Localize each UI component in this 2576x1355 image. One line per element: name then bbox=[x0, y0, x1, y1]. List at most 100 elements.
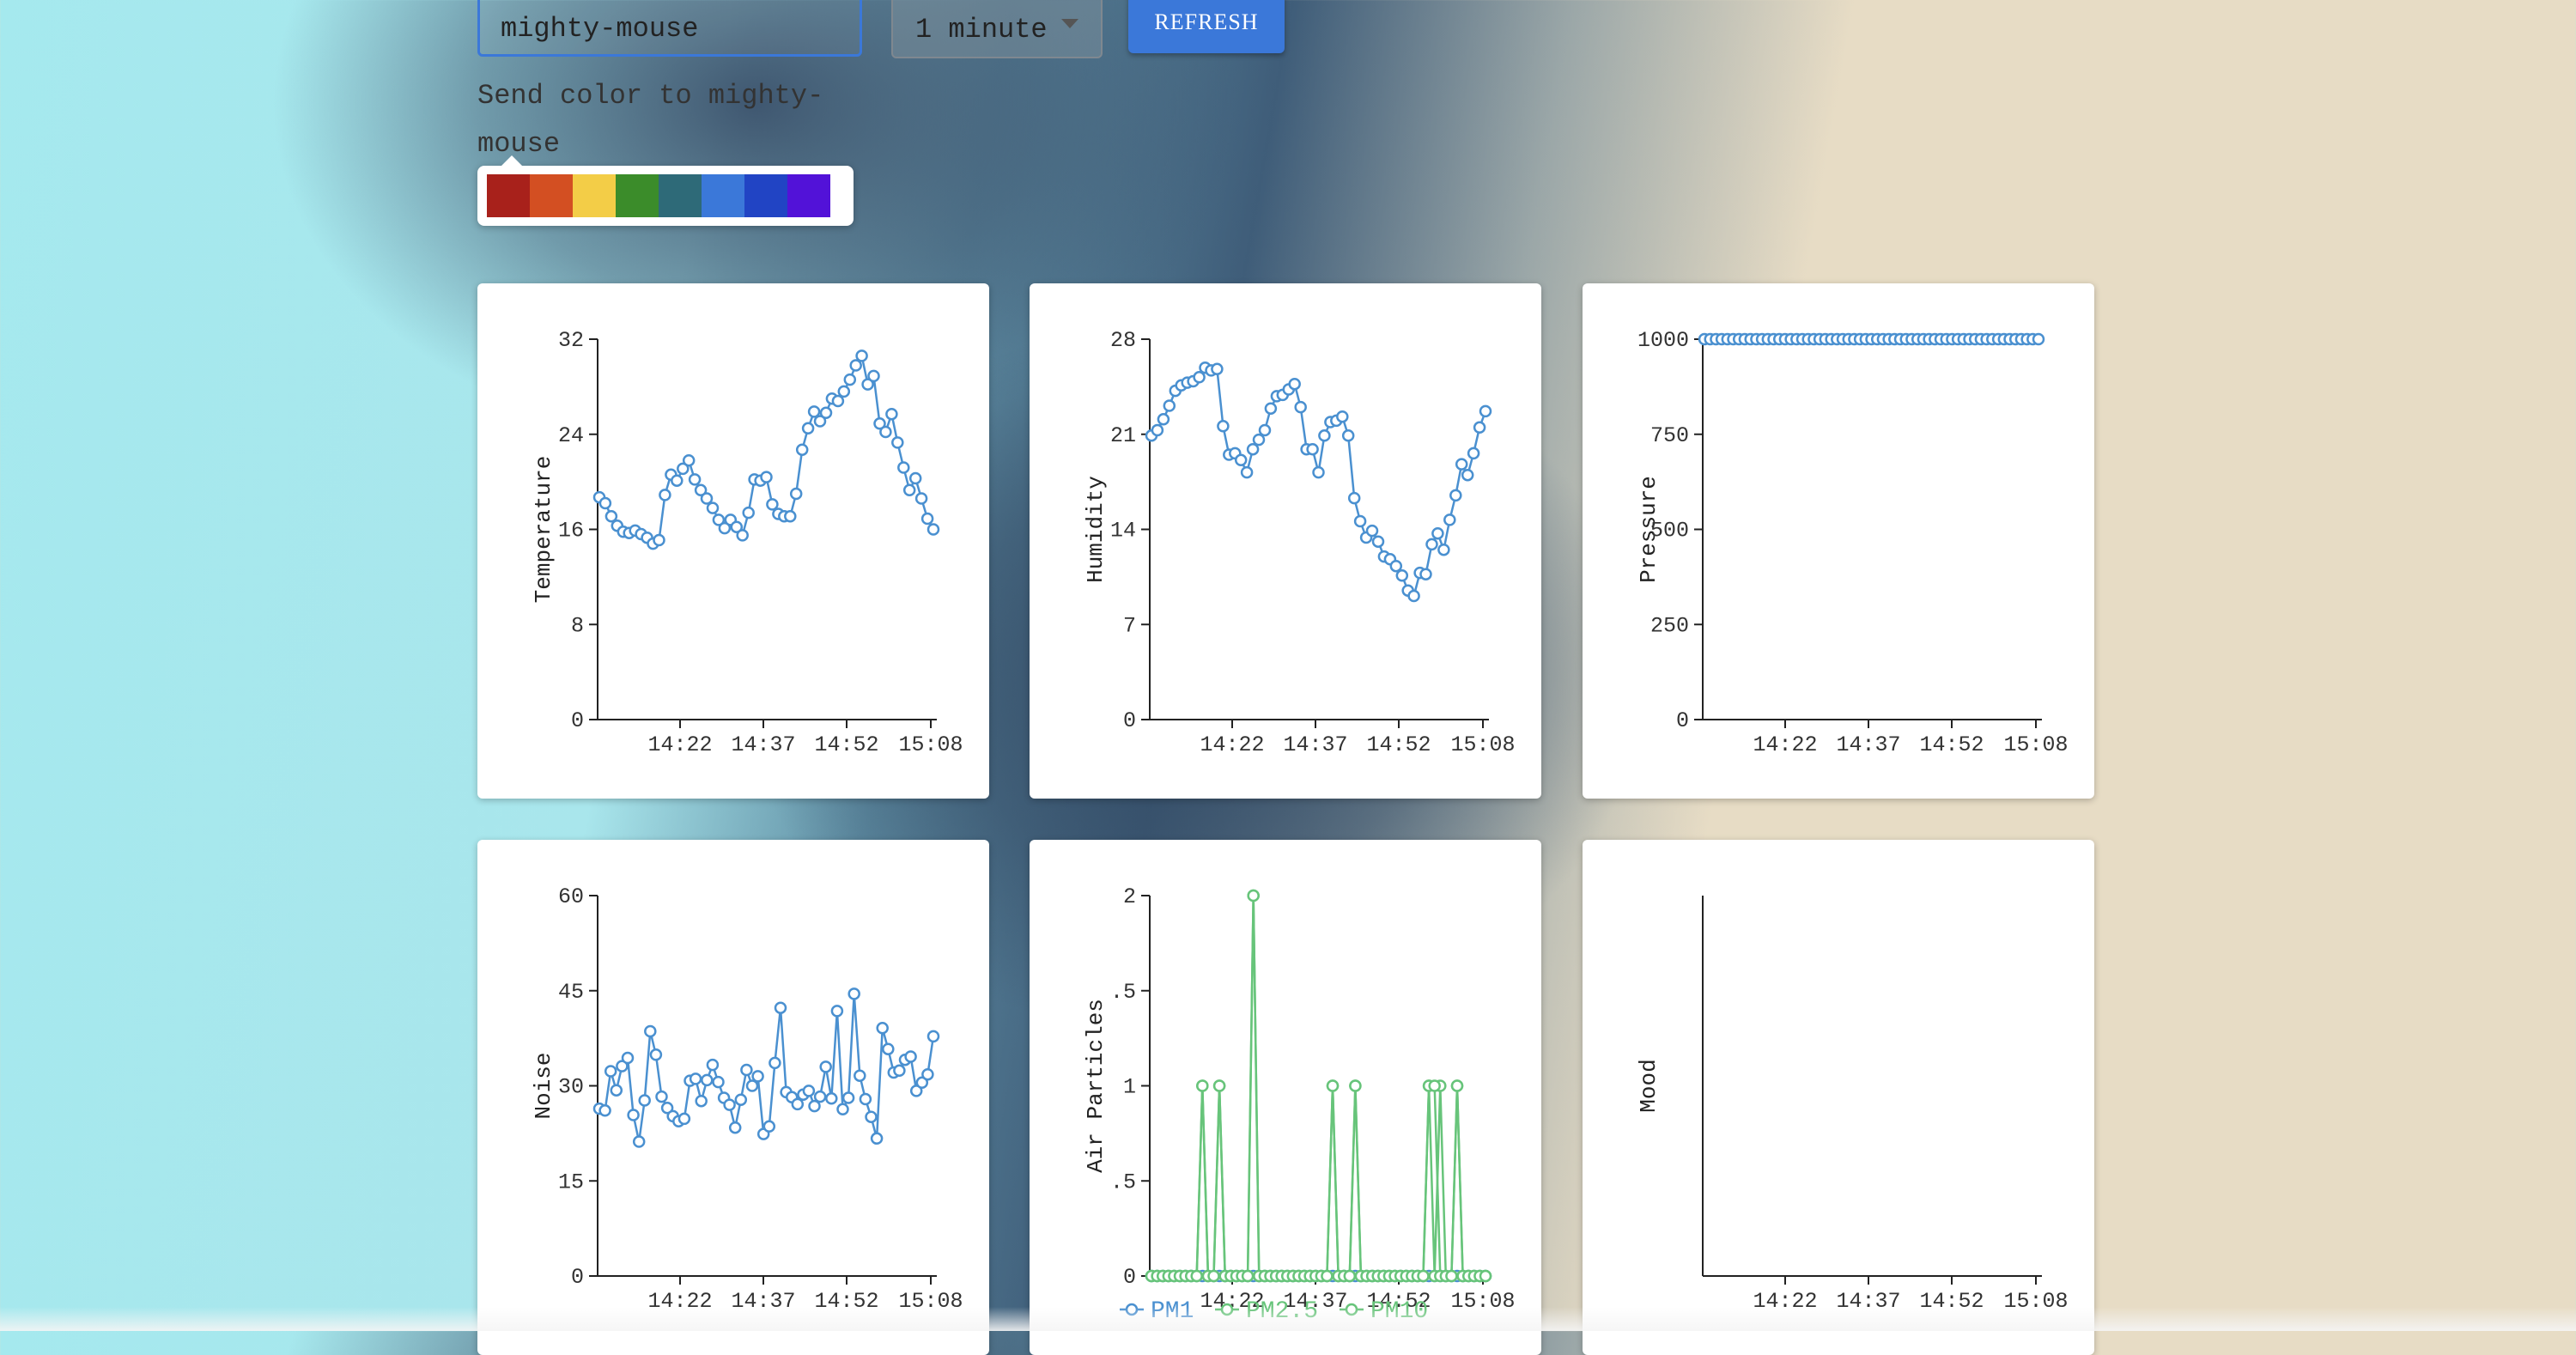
data-point bbox=[751, 1070, 764, 1083]
data-point bbox=[659, 489, 671, 501]
color-swatch[interactable] bbox=[573, 174, 616, 217]
data-point bbox=[701, 1073, 714, 1087]
data-point bbox=[893, 1064, 906, 1078]
y-tick-label: 1 bbox=[1123, 1075, 1136, 1100]
y-tick-label: 28 bbox=[1110, 328, 1136, 353]
data-point bbox=[1425, 538, 1438, 551]
x-tick-label: 14:22 bbox=[1200, 732, 1264, 757]
data-point bbox=[1449, 489, 1462, 502]
data-point bbox=[632, 1135, 646, 1148]
data-point bbox=[766, 498, 779, 511]
color-palette-popover bbox=[477, 155, 854, 226]
data-point bbox=[870, 1132, 884, 1145]
data-point bbox=[638, 1094, 651, 1107]
y-tick-label: 0 bbox=[571, 1265, 584, 1290]
device-name-input[interactable] bbox=[477, 0, 862, 57]
data-point bbox=[682, 453, 696, 467]
y-tick-label: 30 bbox=[558, 1075, 584, 1100]
series-line bbox=[1151, 366, 1487, 599]
data-point bbox=[784, 510, 797, 523]
color-swatch[interactable] bbox=[744, 174, 787, 217]
color-swatch[interactable] bbox=[702, 174, 744, 217]
data-point bbox=[813, 1090, 827, 1103]
data-point bbox=[1443, 513, 1456, 526]
y-tick-label: 0 bbox=[571, 708, 584, 733]
x-tick-label: 15:08 bbox=[2003, 732, 2068, 757]
mood-chart-card: Mood 14:22 14:37 14:52 15:08 bbox=[1583, 840, 2094, 1355]
series-line bbox=[598, 993, 935, 1142]
x-tick-label: 14:22 bbox=[647, 732, 712, 757]
y-tick-label: .5 bbox=[1110, 980, 1136, 1005]
data-point bbox=[1312, 465, 1325, 479]
y-tick-label: 60 bbox=[558, 884, 584, 909]
data-point bbox=[855, 349, 868, 362]
y-axis-label: Air Particles bbox=[1083, 999, 1109, 1173]
color-swatch[interactable] bbox=[616, 174, 659, 217]
data-point bbox=[885, 407, 898, 421]
x-tick-label: 15:08 bbox=[1450, 732, 1515, 757]
data-point bbox=[734, 1093, 748, 1106]
data-point bbox=[1190, 1269, 1203, 1283]
data-point bbox=[848, 987, 860, 1000]
data-point bbox=[736, 529, 749, 542]
data-point bbox=[604, 1065, 617, 1078]
data-point bbox=[1431, 526, 1444, 540]
color-swatch[interactable] bbox=[487, 174, 530, 217]
data-point bbox=[879, 425, 892, 439]
data-point bbox=[1455, 458, 1468, 471]
x-tick-label: 14:37 bbox=[731, 732, 795, 757]
y-tick-label: .5 bbox=[1110, 1170, 1136, 1194]
y-tick-label: 0 bbox=[1123, 708, 1136, 733]
data-point bbox=[1417, 1269, 1430, 1283]
data-point bbox=[819, 1060, 832, 1073]
data-point bbox=[706, 501, 720, 514]
data-point bbox=[927, 523, 940, 536]
data-point bbox=[802, 1085, 816, 1097]
y-tick-label: 32 bbox=[558, 328, 584, 353]
data-point bbox=[1207, 1269, 1220, 1283]
y-tick-label: 21 bbox=[1110, 423, 1136, 448]
data-point bbox=[1326, 1079, 1340, 1092]
mood-chart: Mood14:22 14:37 14:52 15:08 bbox=[1636, 896, 2069, 1314]
y-tick-label: 250 bbox=[1650, 613, 1689, 638]
data-point bbox=[1343, 1269, 1357, 1283]
data-point bbox=[920, 512, 934, 526]
data-point bbox=[841, 1091, 855, 1104]
data-point bbox=[598, 1104, 611, 1117]
data-point bbox=[1428, 1079, 1441, 1092]
data-point bbox=[830, 1005, 844, 1018]
color-swatch[interactable] bbox=[787, 174, 830, 217]
send-color-label: Send color to mighty-mouse bbox=[477, 80, 824, 160]
data-point bbox=[689, 1072, 702, 1085]
y-axis-label: Mood bbox=[1636, 1059, 1662, 1112]
data-point bbox=[627, 1109, 640, 1121]
data-point bbox=[2032, 332, 2045, 346]
data-point bbox=[825, 1092, 838, 1105]
data-point bbox=[1288, 377, 1301, 391]
y-tick-label: 24 bbox=[558, 423, 584, 448]
data-point bbox=[854, 1069, 866, 1082]
data-point bbox=[598, 496, 612, 510]
data-point bbox=[867, 369, 880, 383]
data-point bbox=[1294, 400, 1307, 414]
color-swatch[interactable] bbox=[530, 174, 573, 217]
data-point bbox=[1467, 447, 1480, 460]
data-point bbox=[1445, 1269, 1458, 1283]
data-point bbox=[740, 1063, 753, 1077]
data-point bbox=[610, 1084, 623, 1097]
data-point bbox=[1196, 1079, 1209, 1092]
data-point bbox=[843, 373, 857, 386]
data-point bbox=[605, 510, 618, 523]
color-swatch[interactable] bbox=[659, 174, 702, 217]
refresh-button[interactable]: REFRESH bbox=[1128, 0, 1285, 53]
y-tick-label: 750 bbox=[1650, 423, 1689, 448]
data-point bbox=[1450, 1079, 1464, 1092]
data-point bbox=[1212, 1079, 1226, 1092]
y-axis-label: Noise bbox=[531, 1052, 556, 1119]
chevron-down-icon bbox=[1061, 19, 1078, 28]
interval-select[interactable]: 1 minute bbox=[891, 0, 1103, 58]
data-point bbox=[836, 1103, 849, 1116]
data-point bbox=[621, 1051, 635, 1065]
data-point bbox=[762, 1120, 776, 1133]
data-point bbox=[1247, 889, 1260, 902]
